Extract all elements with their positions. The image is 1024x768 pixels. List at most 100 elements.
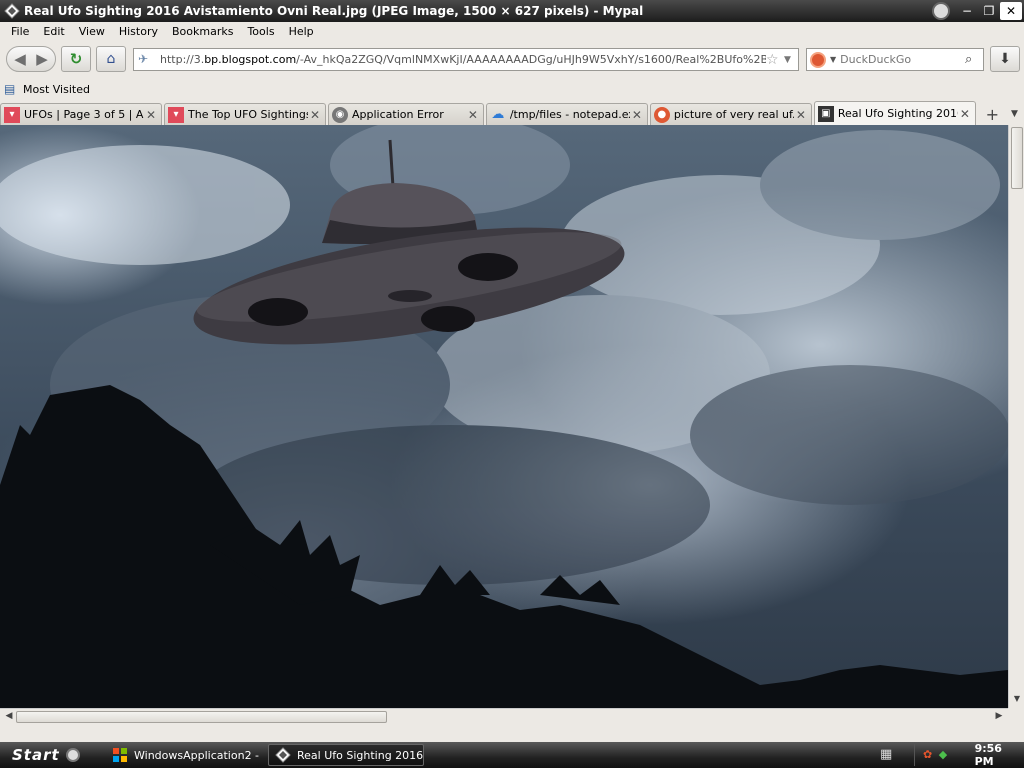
tab-notepad[interactable]: ☁ /tmp/files - notepad.exe ✕ bbox=[485, 103, 648, 125]
scroll-left-arrow-icon[interactable]: ◀ bbox=[3, 711, 15, 723]
taskbar-item-label: Real Ufo Sighting 2016 ... bbox=[297, 748, 424, 762]
tab-label: picture of very real uf... bbox=[673, 108, 794, 121]
horizontal-scrollbar[interactable]: ◀ ▶ bbox=[0, 708, 1008, 724]
tray-app-icon[interactable]: ✿ bbox=[923, 748, 937, 762]
window-titlebar: Real Ufo Sighting 2016 Avistamiento Ovni… bbox=[0, 0, 1024, 22]
new-tab-button[interactable]: + bbox=[980, 103, 1005, 125]
network-icon[interactable]: ◆ bbox=[939, 748, 953, 762]
image-viewport[interactable] bbox=[0, 125, 1008, 708]
back-arrow-icon[interactable]: ◀ bbox=[9, 50, 31, 68]
windows-app-icon bbox=[113, 748, 127, 762]
scroll-down-arrow-icon[interactable]: ▼ bbox=[1011, 694, 1023, 706]
tab-top-ufo-sightings[interactable]: ▾ The Top UFO Sightings... ✕ bbox=[164, 103, 326, 125]
tab-close-icon[interactable]: ✕ bbox=[466, 108, 480, 122]
url-path: /-Av_hkQa2ZGQ/VqmlNMXwKjI/AAAAAAAADGg/uH… bbox=[296, 53, 766, 66]
url-prefix: http://3. bbox=[160, 53, 205, 66]
download-arrow-icon: ⬇ bbox=[999, 51, 1011, 67]
tab-close-icon[interactable]: ✕ bbox=[794, 108, 808, 122]
tab-picture-very-real-ufo[interactable]: ● picture of very real uf... ✕ bbox=[649, 103, 812, 125]
tab-strip: ▾ UFOs | Page 3 of 5 | A... ✕ ▾ The Top … bbox=[0, 101, 1024, 125]
bookmark-most-visited[interactable]: Most Visited bbox=[23, 83, 90, 96]
start-orb-icon bbox=[65, 748, 80, 762]
window-menu-orb-icon[interactable] bbox=[932, 2, 950, 20]
ufo-porthole bbox=[388, 290, 432, 302]
menu-tools[interactable]: Tools bbox=[240, 25, 281, 38]
start-label: Start bbox=[12, 746, 60, 764]
scrollbar-corner bbox=[1008, 708, 1024, 724]
menu-view[interactable]: View bbox=[72, 25, 112, 38]
navigation-toolbar: ◀ ▶ ↻ ⌂ ✈ http://3.bp.blogspot.com/-Av_h… bbox=[0, 42, 1024, 76]
reload-button[interactable]: ↻ bbox=[61, 46, 91, 72]
globe-icon: ◉ bbox=[332, 106, 348, 123]
mypal-app-icon bbox=[275, 747, 291, 763]
image-icon: ▣ bbox=[817, 105, 834, 122]
mypal-app-icon bbox=[4, 3, 20, 19]
search-icon[interactable]: ⌕ bbox=[965, 52, 983, 67]
bookmark-star-icon[interactable]: ☆ bbox=[766, 52, 784, 68]
start-button[interactable]: Start bbox=[0, 743, 100, 767]
taskbar-item-windowsapplication2[interactable]: WindowsApplication2 - ... bbox=[106, 744, 262, 766]
url-domain: bp.blogspot.com bbox=[204, 53, 297, 66]
close-button[interactable]: ✕ bbox=[1000, 2, 1022, 20]
tab-real-ufo-sighting[interactable]: ▣ Real Ufo Sighting 2016 ... ✕ bbox=[813, 101, 976, 125]
vertical-scroll-thumb[interactable] bbox=[1011, 127, 1023, 189]
clock[interactable]: 9:56 PM bbox=[975, 742, 1024, 768]
ufo-porthole bbox=[458, 253, 518, 281]
most-visited-icon: ▤ bbox=[4, 82, 16, 96]
duckduckgo-icon[interactable] bbox=[810, 51, 826, 68]
status-strip bbox=[0, 724, 1024, 742]
cloud-icon: ☁ bbox=[491, 107, 505, 122]
chevron-down-icon: ▼ bbox=[1010, 109, 1018, 119]
window-title: Real Ufo Sighting 2016 Avistamiento Ovni… bbox=[24, 4, 644, 18]
tab-label: UFOs | Page 3 of 5 | A... bbox=[24, 108, 144, 121]
minimize-button[interactable]: − bbox=[956, 2, 978, 20]
ufo-photo bbox=[0, 125, 1008, 708]
url-history-dropdown-icon[interactable]: ▼ bbox=[784, 55, 798, 65]
tab-close-icon[interactable]: ✕ bbox=[144, 108, 158, 122]
duckduckgo-icon: ● bbox=[653, 106, 670, 123]
menu-bar: File Edit View History Bookmarks Tools H… bbox=[0, 22, 321, 40]
address-bar[interactable]: ✈ http://3.bp.blogspot.com/-Av_hkQa2ZGQ/… bbox=[133, 48, 799, 71]
tab-label: Application Error bbox=[352, 108, 444, 121]
search-box: ▼ ⌕ bbox=[806, 48, 984, 71]
bookmarks-toolbar: ▤ Most Visited bbox=[0, 79, 90, 99]
ufo-porthole bbox=[248, 298, 308, 326]
tab-label: /tmp/files - notepad.exe bbox=[509, 108, 630, 121]
menu-help[interactable]: Help bbox=[282, 25, 321, 38]
pocket-icon: ▾ bbox=[4, 106, 20, 123]
site-identity-icon[interactable]: ✈ bbox=[138, 52, 154, 68]
keyboard-icon[interactable]: ▦ bbox=[880, 747, 896, 763]
system-tray: ✿ ◆ 9:56 PM bbox=[914, 742, 1024, 768]
scroll-right-arrow-icon[interactable]: ▶ bbox=[993, 711, 1005, 723]
forward-arrow-icon[interactable]: ▶ bbox=[31, 50, 53, 68]
search-input[interactable] bbox=[840, 53, 965, 66]
tab-label: Real Ufo Sighting 2016 ... bbox=[837, 107, 958, 120]
tab-label: The Top UFO Sightings... bbox=[188, 108, 308, 121]
tab-list-button[interactable]: ▼ bbox=[1005, 103, 1024, 125]
vertical-scrollbar[interactable]: ▼ bbox=[1008, 125, 1024, 708]
tab-close-icon[interactable]: ✕ bbox=[308, 108, 322, 122]
tab-close-icon[interactable]: ✕ bbox=[630, 108, 644, 122]
pocket-icon: ▾ bbox=[168, 106, 184, 123]
back-forward-group: ◀ ▶ bbox=[6, 46, 56, 72]
reload-icon: ↻ bbox=[69, 50, 83, 68]
menu-bookmarks[interactable]: Bookmarks bbox=[165, 25, 240, 38]
taskbar-item-real-ufo-sighting[interactable]: Real Ufo Sighting 2016 ... bbox=[268, 744, 424, 766]
address-url[interactable]: http://3.bp.blogspot.com/-Av_hkQa2ZGQ/Vq… bbox=[160, 53, 766, 66]
engine-dropdown-icon[interactable]: ▼ bbox=[830, 55, 836, 64]
plus-icon: + bbox=[985, 104, 1000, 124]
home-icon: ⌂ bbox=[106, 51, 116, 67]
downloads-button[interactable]: ⬇ bbox=[990, 46, 1020, 72]
tab-ufos-page-3[interactable]: ▾ UFOs | Page 3 of 5 | A... ✕ bbox=[0, 103, 162, 125]
home-button[interactable]: ⌂ bbox=[96, 46, 126, 72]
menu-edit[interactable]: Edit bbox=[36, 25, 71, 38]
horizontal-scroll-thumb[interactable] bbox=[16, 711, 387, 723]
ufo-porthole bbox=[421, 306, 475, 332]
menu-history[interactable]: History bbox=[112, 25, 165, 38]
tab-application-error[interactable]: ◉ Application Error ✕ bbox=[328, 103, 484, 125]
taskbar-item-label: WindowsApplication2 - ... bbox=[134, 748, 262, 762]
taskbar: Start WindowsApplication2 - ... Real Ufo… bbox=[0, 742, 1024, 768]
menu-file[interactable]: File bbox=[4, 25, 36, 38]
tab-close-icon[interactable]: ✕ bbox=[958, 107, 972, 121]
maximize-button[interactable]: ❐ bbox=[978, 2, 1000, 20]
